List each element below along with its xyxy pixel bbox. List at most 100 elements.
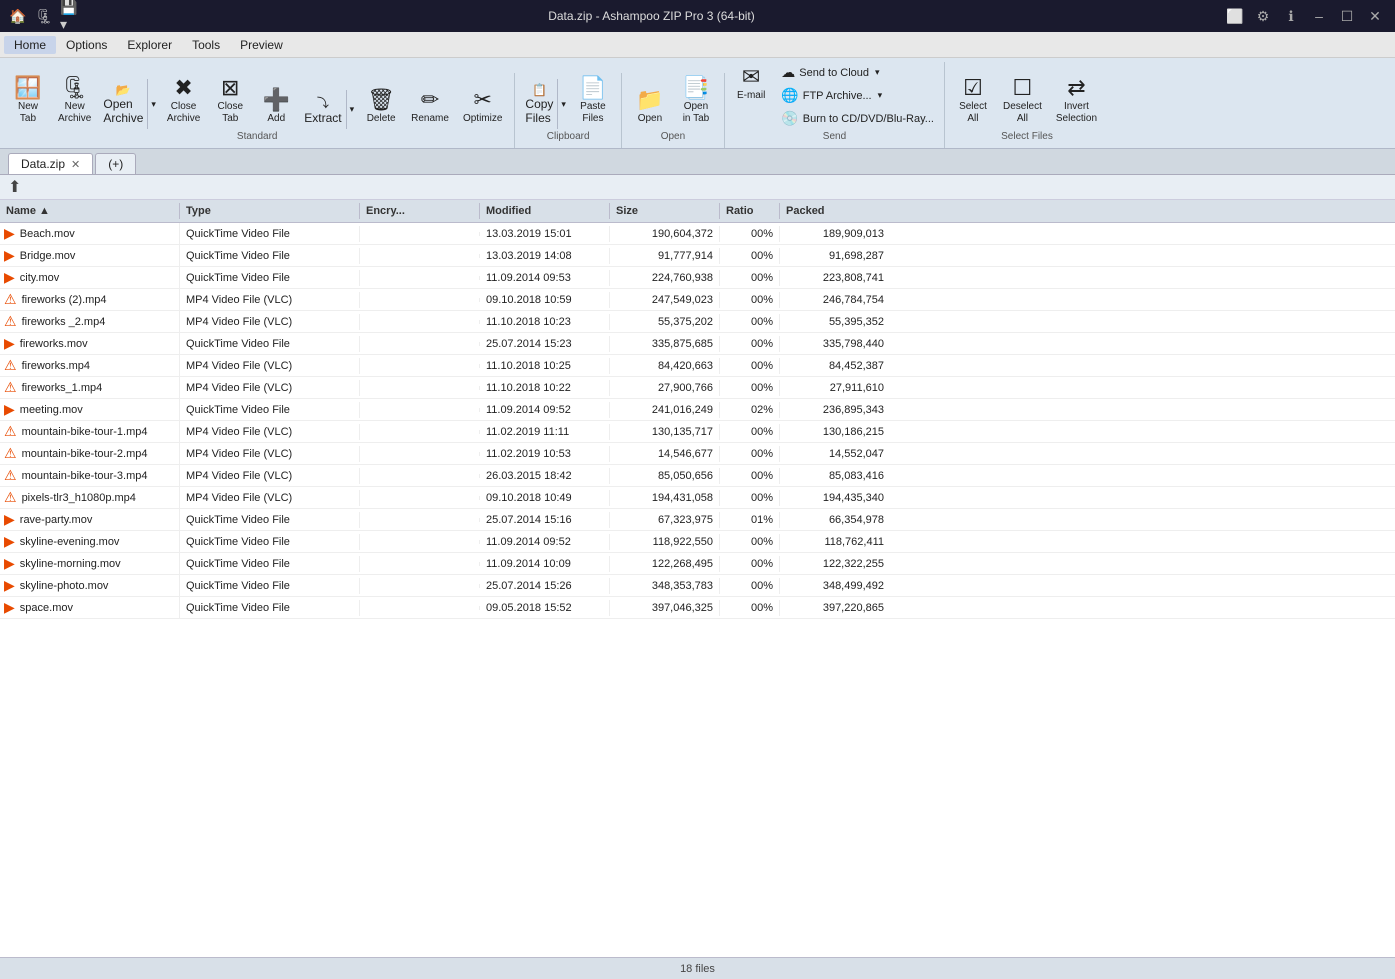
send-to-cloud-button[interactable]: ☁ Send to Cloud ▾ [777, 62, 938, 83]
burn-button[interactable]: 💿 Burn to CD/DVD/Blu-Ray... [777, 108, 938, 129]
window-settings-icon[interactable]: ⚙ [1251, 4, 1275, 28]
new-archive-button[interactable]: 🗜 NewArchive [52, 73, 97, 129]
close-archive-button[interactable]: ✖ CloseArchive [161, 73, 206, 129]
deselect-all-button[interactable]: ☐ DeselectAll [997, 73, 1048, 129]
paste-files-button[interactable]: 📄 PasteFiles [571, 73, 615, 129]
table-row[interactable]: ⚠ mountain-bike-tour-3.mp4 MP4 Video Fil… [0, 465, 1395, 487]
menu-home[interactable]: Home [4, 36, 56, 54]
table-row[interactable]: ▶ space.mov QuickTime Video File 09.05.2… [0, 597, 1395, 619]
tab-data-zip[interactable]: Data.zip ✕ [8, 153, 93, 174]
table-row[interactable]: ▶ skyline-evening.mov QuickTime Video Fi… [0, 531, 1395, 553]
col-packed[interactable]: Packed [780, 203, 890, 219]
window-info-icon[interactable]: ℹ [1279, 4, 1303, 28]
table-row[interactable]: ⚠ fireworks_1.mp4 MP4 Video File (VLC) 1… [0, 377, 1395, 399]
file-encrypted-cell [360, 364, 480, 368]
delete-button[interactable]: 🗑 Delete [359, 85, 403, 129]
tab-data-zip-close[interactable]: ✕ [71, 158, 80, 171]
minimize-button[interactable]: – [1307, 4, 1331, 28]
open-archive-button[interactable]: 📂 OpenArchive [99, 79, 147, 129]
file-size-cell: 194,431,058 [610, 490, 720, 506]
file-name: meeting.mov [20, 404, 83, 416]
file-name: Beach.mov [20, 228, 75, 240]
file-size-cell: 241,016,249 [610, 402, 720, 418]
extract-button[interactable]: ⤵ Extract [300, 90, 345, 129]
menu-tools[interactable]: Tools [182, 36, 230, 54]
file-name-cell: ▶ city.mov [0, 267, 180, 288]
col-encrypted[interactable]: Encry... [360, 203, 480, 219]
table-row[interactable]: ⚠ mountain-bike-tour-1.mp4 MP4 Video Fil… [0, 421, 1395, 443]
upload-arrow-icon[interactable]: ⬆ [8, 179, 21, 196]
app-zip-icon[interactable]: 🗜 [34, 6, 54, 26]
optimize-button[interactable]: ✂ Optimize [457, 85, 508, 129]
col-ratio[interactable]: Ratio [720, 203, 780, 219]
table-row[interactable]: ▶ skyline-photo.mov QuickTime Video File… [0, 575, 1395, 597]
file-size-cell: 84,420,663 [610, 358, 720, 374]
close-tab-icon: ⊠ [221, 77, 239, 99]
table-row[interactable]: ⚠ pixels-tlr3_h1080p.mp4 MP4 Video File … [0, 487, 1395, 509]
file-size-cell: 91,777,914 [610, 248, 720, 264]
table-row[interactable]: ⚠ fireworks _2.mp4 MP4 Video File (VLC) … [0, 311, 1395, 333]
file-modified-cell: 25.07.2014 15:16 [480, 512, 610, 528]
table-row[interactable]: ▶ meeting.mov QuickTime Video File 11.09… [0, 399, 1395, 421]
tab-add[interactable]: (+) [95, 153, 136, 174]
file-ratio-cell: 00% [720, 270, 780, 286]
invert-selection-button[interactable]: ⇄ InvertSelection [1050, 73, 1103, 129]
open-archive-dropdown[interactable]: ▾ [147, 79, 159, 129]
file-type-icon: ⚠ [4, 379, 17, 396]
col-modified[interactable]: Modified [480, 203, 610, 219]
open-button[interactable]: 📁 Open [628, 85, 672, 129]
file-packed-cell: 14,552,047 [780, 446, 890, 462]
open-group-label: Open [661, 131, 685, 144]
delete-icon: 🗑 [367, 89, 395, 111]
table-row[interactable]: ⚠ fireworks.mp4 MP4 Video File (VLC) 11.… [0, 355, 1395, 377]
window-log-icon[interactable]: ⬜ [1223, 4, 1247, 28]
new-tab-button[interactable]: 🪟 NewTab [6, 73, 50, 129]
table-row[interactable]: ▶ city.mov QuickTime Video File 11.09.20… [0, 267, 1395, 289]
menu-options[interactable]: Options [56, 36, 117, 54]
paste-files-label: PasteFiles [580, 101, 606, 125]
table-row[interactable]: ▶ Bridge.mov QuickTime Video File 13.03.… [0, 245, 1395, 267]
file-ratio-cell: 00% [720, 490, 780, 506]
close-button[interactable]: ✕ [1363, 4, 1387, 28]
file-ratio-cell: 00% [720, 424, 780, 440]
file-type-cell: QuickTime Video File [180, 336, 360, 352]
file-ratio-cell: 00% [720, 336, 780, 352]
copy-files-dropdown[interactable]: ▾ [557, 79, 569, 129]
app-save-icon[interactable]: 💾▾ [60, 6, 80, 26]
table-row[interactable]: ▶ Beach.mov QuickTime Video File 13.03.2… [0, 223, 1395, 245]
add-button[interactable]: ➕ Add [254, 85, 298, 129]
table-row[interactable]: ▶ rave-party.mov QuickTime Video File 25… [0, 509, 1395, 531]
col-name[interactable]: Name ▲ [0, 203, 180, 219]
new-archive-icon: 🗜 [61, 77, 89, 99]
ftp-archive-button[interactable]: 🌐 FTP Archive... ▾ [777, 85, 938, 106]
table-row[interactable]: ⚠ mountain-bike-tour-2.mp4 MP4 Video Fil… [0, 443, 1395, 465]
titlebar-app-icons: 🏠 🗜 💾▾ [8, 6, 80, 26]
file-packed-cell: 348,499,492 [780, 578, 890, 594]
delete-label: Delete [367, 113, 396, 125]
table-row[interactable]: ▶ skyline-morning.mov QuickTime Video Fi… [0, 553, 1395, 575]
rename-button[interactable]: ✏ Rename [405, 85, 455, 129]
table-row[interactable]: ⚠ fireworks (2).mp4 MP4 Video File (VLC)… [0, 289, 1395, 311]
select-all-button[interactable]: ☑ SelectAll [951, 73, 995, 129]
file-name-cell: ▶ Beach.mov [0, 223, 180, 244]
col-size[interactable]: Size [610, 203, 720, 219]
extract-dropdown[interactable]: ▾ [346, 90, 358, 129]
menu-explorer[interactable]: Explorer [117, 36, 182, 54]
file-encrypted-cell [360, 474, 480, 478]
maximize-button[interactable]: ☐ [1335, 4, 1359, 28]
col-type[interactable]: Type [180, 203, 360, 219]
file-packed-cell: 189,909,013 [780, 226, 890, 242]
file-name: pixels-tlr3_h1080p.mp4 [22, 492, 136, 504]
app-home-icon[interactable]: 🏠 [8, 6, 28, 26]
file-name: skyline-morning.mov [20, 558, 121, 570]
open-in-tab-icon: 📑 [682, 77, 709, 99]
menu-preview[interactable]: Preview [230, 36, 293, 54]
email-button[interactable]: ✉ E-mail [731, 62, 771, 106]
file-name-cell: ▶ skyline-photo.mov [0, 575, 180, 596]
file-type-icon: ⚠ [4, 291, 17, 308]
deselect-all-icon: ☐ [1013, 77, 1033, 99]
copy-files-button[interactable]: 📋 CopyFiles [521, 79, 557, 129]
open-in-tab-button[interactable]: 📑 Openin Tab [674, 73, 718, 129]
table-row[interactable]: ▶ fireworks.mov QuickTime Video File 25.… [0, 333, 1395, 355]
close-tab-button[interactable]: ⊠ CloseTab [208, 73, 252, 129]
